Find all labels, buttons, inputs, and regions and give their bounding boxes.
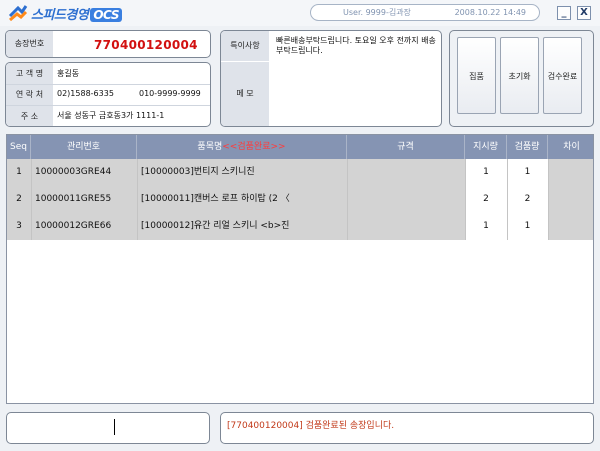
user-info-box: User. 9999-김과장 2008.10.22 14:49 bbox=[310, 4, 540, 21]
invoice-label: 송장번호 bbox=[6, 31, 53, 57]
col-item-name-label: 품목명 bbox=[197, 142, 223, 152]
cell-inspected-qty: 1 bbox=[507, 159, 548, 186]
cell-diff bbox=[548, 159, 593, 186]
table-row[interactable]: 3 10000012GRE66 [10000012]유간 리얼 스키니 <b>진… bbox=[7, 213, 593, 240]
grid-line bbox=[465, 159, 466, 240]
contact-label: 연 락 처 bbox=[6, 85, 53, 105]
col-diff[interactable]: 차이 bbox=[548, 135, 593, 159]
table-row[interactable]: 2 10000011GRE55 [10000011]캔버스 로프 하이탑 (2 … bbox=[7, 186, 593, 213]
inspection-complete-button[interactable]: 검수완료 bbox=[543, 37, 582, 114]
cell-item-name: [10000003]번티지 스키니진 bbox=[137, 159, 347, 186]
memo-label: 메 모 bbox=[221, 62, 269, 126]
col-spec[interactable]: 규격 bbox=[347, 135, 465, 159]
cell-mgmt-no: 10000003GRE44 bbox=[31, 159, 137, 186]
address-label: 주 소 bbox=[6, 106, 53, 126]
grid-line bbox=[31, 159, 32, 240]
minimize-button[interactable]: _ bbox=[557, 6, 571, 20]
logo-suffix: OCS bbox=[90, 8, 123, 22]
invoice-panel: 송장번호 770400120004 bbox=[5, 30, 211, 58]
cell-item-name: [10000012]유간 리얼 스키니 <b>진 bbox=[137, 213, 347, 240]
cell-spec bbox=[347, 213, 465, 240]
special-notes-text: 빠른배송부탁드립니다. 토요일 오후 전까지 배송 부탁드립니다. bbox=[276, 36, 436, 55]
item-status-label: <<검품완료>> bbox=[222, 142, 286, 152]
actions-panel: 집품 초기화 검수완료 bbox=[449, 30, 594, 127]
cell-inspected-qty: 1 bbox=[507, 213, 548, 240]
cell-item-name: [10000011]캔버스 로프 하이탑 (2 〈 bbox=[137, 186, 347, 213]
invoice-number: 770400120004 bbox=[94, 38, 198, 52]
reset-button[interactable]: 초기화 bbox=[500, 37, 539, 114]
customer-name: 홍길동 bbox=[57, 69, 80, 78]
cell-seq: 2 bbox=[7, 186, 31, 213]
col-seq[interactable]: Seq bbox=[7, 135, 31, 159]
customer-phone-1: 02)1588-6335 bbox=[57, 89, 114, 98]
cell-instructed-qty: 2 bbox=[465, 186, 507, 213]
cell-instructed-qty: 1 bbox=[465, 159, 507, 186]
col-item-name[interactable]: 품목명<<검품완료>> bbox=[137, 135, 347, 159]
barcode-scan-input[interactable] bbox=[6, 412, 210, 444]
logo-text: 스피드경영 bbox=[31, 8, 89, 23]
table-row[interactable]: 1 10000003GRE44 [10000003]번티지 스키니진 1 1 bbox=[7, 159, 593, 186]
logo-icon bbox=[8, 5, 28, 22]
special-notes-label: 특이사항 bbox=[221, 31, 269, 61]
cell-seq: 3 bbox=[7, 213, 31, 240]
current-user: User. 9999-김과장 bbox=[343, 8, 411, 17]
cell-diff bbox=[548, 186, 593, 213]
status-message-box: [770400120004] 검품완료된 송장입니다. bbox=[220, 412, 594, 444]
grid-line bbox=[347, 159, 348, 240]
customer-name-label: 고 객 명 bbox=[6, 63, 53, 84]
cell-instructed-qty: 1 bbox=[465, 213, 507, 240]
grid-line bbox=[137, 159, 138, 240]
cell-mgmt-no: 10000011GRE55 bbox=[31, 186, 137, 213]
items-grid: Seq 관리번호 품목명<<검품완료>> 규격 지시량 검품량 차이 1 100… bbox=[6, 134, 594, 404]
customer-phone-2: 010-9999-9999 bbox=[139, 89, 201, 98]
text-cursor bbox=[114, 419, 115, 435]
cell-spec bbox=[347, 186, 465, 213]
cell-diff bbox=[548, 213, 593, 240]
cell-inspected-qty: 2 bbox=[507, 186, 548, 213]
col-inspected-qty[interactable]: 검품량 bbox=[507, 135, 548, 159]
customer-panel: 고 객 명 홍길동 연 락 처 02)1588-6335 010-9999-99… bbox=[5, 62, 211, 127]
close-button[interactable]: X bbox=[577, 6, 591, 20]
cell-seq: 1 bbox=[7, 159, 31, 186]
grid-header: Seq 관리번호 품목명<<검품완료>> 규격 지시량 검품량 차이 bbox=[7, 135, 593, 159]
col-mgmt-no[interactable]: 관리번호 bbox=[31, 135, 137, 159]
grid-line bbox=[548, 159, 549, 240]
grid-line bbox=[507, 159, 508, 240]
pick-button[interactable]: 집품 bbox=[457, 37, 496, 114]
notes-panel: 특이사항 빠른배송부탁드립니다. 토요일 오후 전까지 배송 부탁드립니다. 메… bbox=[220, 30, 442, 127]
current-datetime: 2008.10.22 14:49 bbox=[454, 8, 526, 17]
status-message: [770400120004] 검품완료된 송장입니다. bbox=[227, 421, 395, 431]
memo-field[interactable] bbox=[271, 63, 439, 123]
cell-spec bbox=[347, 159, 465, 186]
col-instructed-qty[interactable]: 지시량 bbox=[465, 135, 507, 159]
app-logo: 스피드경영 OCS bbox=[31, 4, 123, 23]
title-bar: 스피드경영 OCS User. 9999-김과장 2008.10.22 14:49… bbox=[0, 0, 600, 26]
customer-address: 서울 성동구 금호동3가 1111-1 bbox=[57, 111, 165, 120]
cell-mgmt-no: 10000012GRE66 bbox=[31, 213, 137, 240]
